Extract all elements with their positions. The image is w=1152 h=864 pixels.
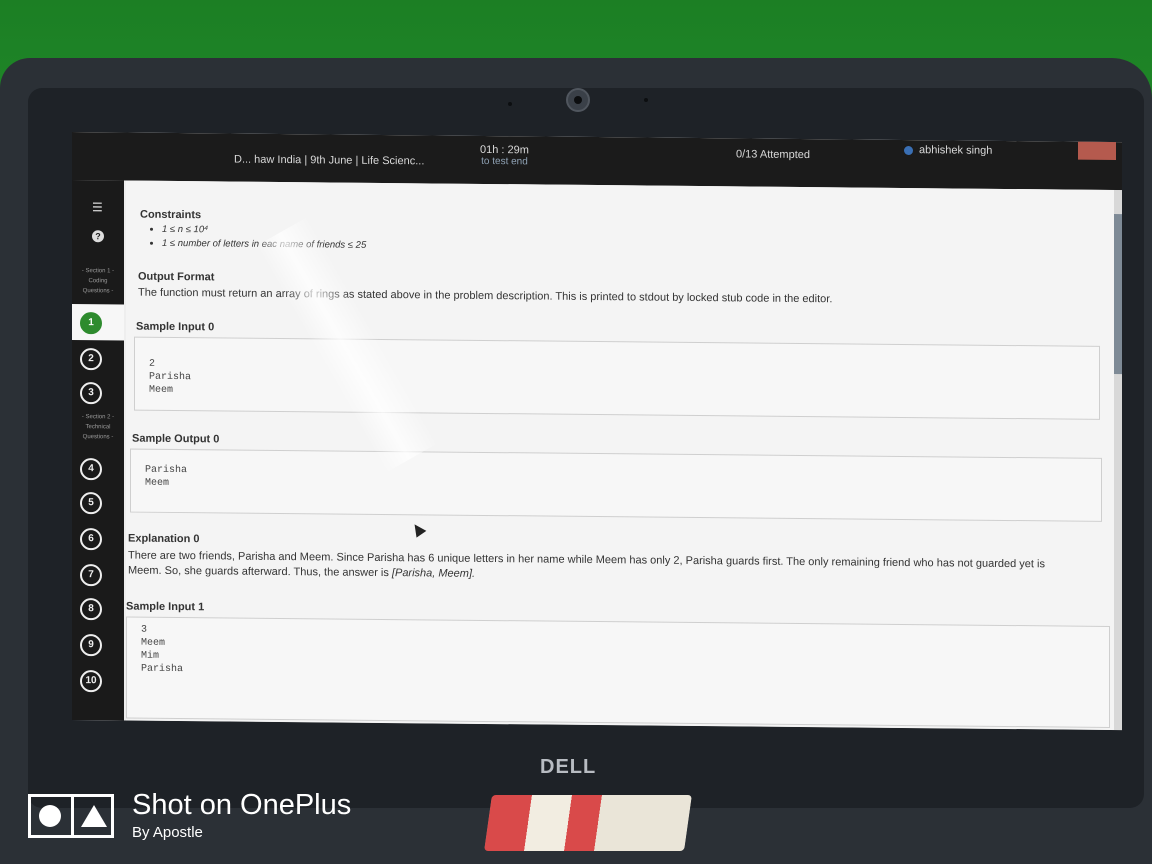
user-menu[interactable]: abhishek singh	[904, 144, 992, 157]
sensor-dot	[508, 102, 512, 106]
oneplus-camera-icon	[28, 793, 114, 838]
sample-output-0-box: Parisha Meem	[130, 448, 1102, 522]
section-1-label: - Section 1 - Coding Questions -	[81, 268, 115, 295]
user-icon	[904, 145, 913, 155]
sample-input-1-heading: Sample Input 1	[126, 600, 205, 614]
timer-value: 01h : 29m	[480, 143, 529, 157]
contest-title[interactable]: D... haw India | 9th June | Life Scienc.…	[234, 154, 424, 168]
sample-output-0-code: Parisha Meem	[145, 464, 188, 489]
countdown-timer: 01h : 29m to test end	[480, 144, 529, 167]
sensor-dot	[644, 98, 648, 102]
scrollbar-thumb[interactable]	[1114, 214, 1122, 375]
list-icon[interactable]: ☰	[92, 200, 103, 214]
explanation-0-heading: Explanation 0	[128, 532, 200, 546]
output-format-heading: Output Format	[138, 270, 215, 284]
timer-caption: to test end	[481, 155, 528, 168]
sample-input-0-code: 2 Parisha Meem	[149, 358, 192, 396]
question-1-button[interactable]: 1	[80, 312, 102, 335]
question-10-button[interactable]: 10	[80, 670, 102, 693]
dell-logo: DELL	[540, 756, 597, 778]
webcam	[566, 88, 590, 112]
question-sidebar: ☰ ? - Section 1 - Coding Questions - 1 2 3…	[72, 180, 124, 721]
sample-input-1-box: 3 Meem Mim Parisha	[126, 616, 1110, 728]
sample-input-0-box: 2 Parisha Meem	[134, 336, 1100, 420]
watermark-subtitle: By Apostle	[132, 824, 203, 841]
laptop-screen: D... haw India | 9th June | Life Scienc.…	[72, 132, 1122, 731]
section-2-label: - Section 2 - Technical Questions -	[81, 414, 115, 441]
constraints-list: 1 ≤ n ≤ 10⁴ 1 ≤ number of letters in eac…	[140, 223, 366, 253]
question-2-button[interactable]: 2	[80, 348, 102, 371]
question-8-button[interactable]: 8	[80, 598, 102, 621]
attempted-count: 0/13 Attempted	[736, 148, 810, 162]
sticker-wrapper	[484, 795, 692, 851]
question-6-button[interactable]: 6	[80, 528, 102, 551]
sample-input-0-heading: Sample Input 0	[136, 320, 215, 334]
explanation-0-text: There are two friends, Parisha and Meem.…	[128, 549, 1045, 580]
question-7-button[interactable]: 7	[80, 564, 102, 587]
question-9-button[interactable]: 9	[80, 634, 102, 657]
user-name: abhishek singh	[919, 144, 993, 157]
question-3-button[interactable]: 3	[80, 382, 102, 405]
question-icon[interactable]: ?	[92, 230, 104, 243]
watermark-title: Shot on OnePlus	[132, 789, 352, 821]
question-5-button[interactable]: 5	[80, 492, 102, 515]
sample-input-1-code: 3 Meem Mim Parisha	[141, 624, 184, 676]
constraints-heading: Constraints	[140, 208, 202, 222]
camera-watermark: Shot on OnePlus By Apostle	[28, 790, 351, 841]
sample-output-0-heading: Sample Output 0	[132, 432, 220, 446]
question-4-button[interactable]: 4	[80, 458, 102, 481]
